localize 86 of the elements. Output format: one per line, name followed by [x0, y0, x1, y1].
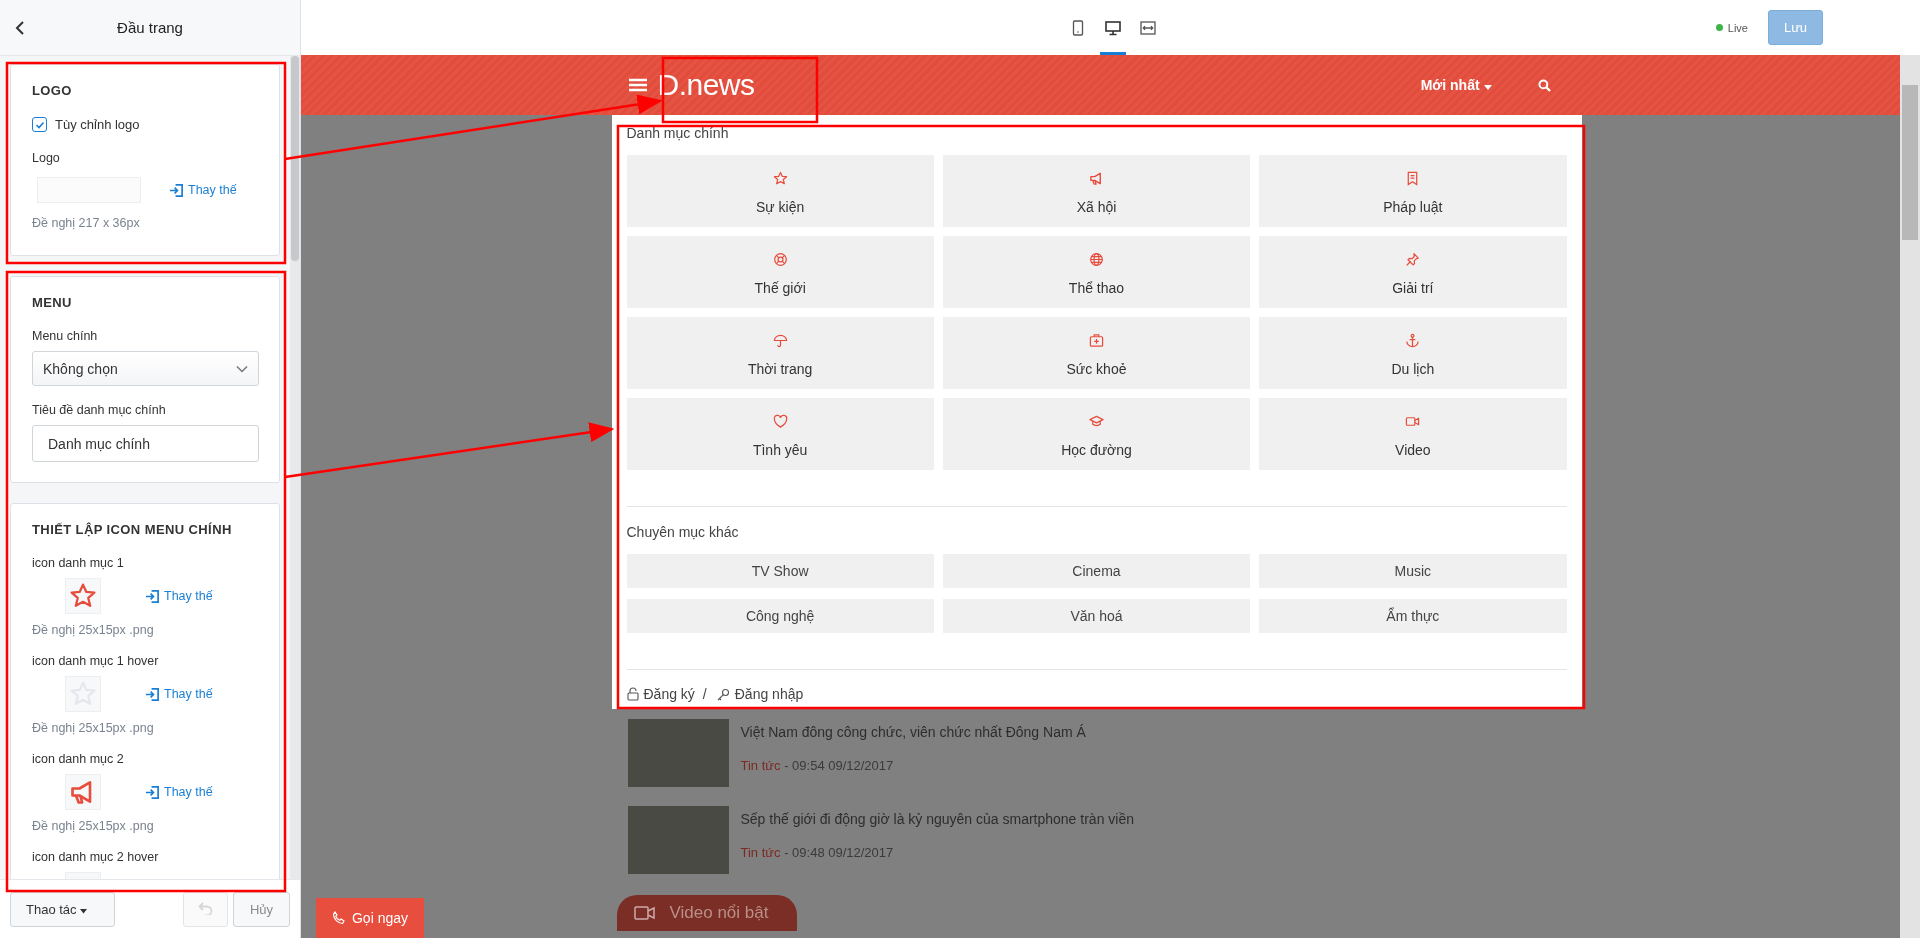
checkmark-icon: [34, 119, 45, 130]
scrollbar-thumb[interactable]: [291, 56, 299, 261]
back-icon[interactable]: [15, 20, 25, 36]
category-tile[interactable]: Pháp luật: [1259, 155, 1567, 227]
phone-icon: [331, 911, 346, 925]
category-tile[interactable]: Thời trang: [626, 317, 934, 389]
checkbox-label: Tùy chỉnh logo: [55, 117, 140, 132]
replace-link[interactable]: Thay thế: [145, 588, 213, 604]
field-label: Tiêu đề danh mục chính: [32, 403, 167, 417]
lifebuoy-icon: [772, 251, 788, 267]
section-title: MENU: [32, 295, 73, 310]
menu-icon[interactable]: [627, 77, 648, 93]
article-title[interactable]: Sếp thế giới đi động giờ là kỷ nguyên của smartphone tràn viền: [740, 811, 1134, 827]
medical-kit-icon: [1089, 332, 1104, 348]
globe-icon: [1089, 251, 1104, 267]
video-camera-icon: [633, 905, 656, 921]
menu-heading: Danh mục chính: [626, 125, 730, 141]
size-hint: Đề nghị 25x15px .png: [32, 819, 155, 833]
sign-in-icon: [169, 182, 184, 198]
sign-in-icon: [145, 784, 160, 800]
caret-icon: [1483, 85, 1492, 90]
padlock-icon: [626, 687, 639, 701]
category-tile[interactable]: Video: [1259, 398, 1567, 470]
article-time: - 09:54 09/12/2017: [784, 758, 894, 773]
checkbox[interactable]: [32, 117, 47, 132]
category-tile[interactable]: TV Show: [626, 554, 934, 588]
title-input[interactable]: Danh mục chính: [32, 425, 259, 462]
caret-icon: [80, 908, 88, 914]
category-tile[interactable]: Du lịch: [1259, 317, 1567, 389]
anchor-icon: [1405, 332, 1421, 348]
expand-horizontal-icon: [1139, 19, 1156, 36]
key-icon: [716, 687, 730, 701]
replace-link[interactable]: Thay thế: [169, 182, 237, 198]
category-tile[interactable]: Music: [1259, 554, 1567, 588]
menu-heading: Chuyên mục khác: [626, 524, 740, 540]
category-tile[interactable]: Văn hoá: [942, 599, 1251, 633]
category-tile[interactable]: Học đường: [942, 398, 1251, 470]
call-button[interactable]: Gọi ngay: [316, 898, 424, 938]
umbrella-icon: [772, 332, 788, 348]
heart-icon: [772, 413, 788, 429]
size-hint: Đề nghị 217 x 36px: [32, 216, 141, 230]
panel-title: Đầu trang: [117, 19, 183, 36]
field-label: icon danh mục 2 hover: [32, 850, 160, 864]
size-hint: Đề nghị 25x15px .png: [32, 721, 155, 735]
nav-link[interactable]: Mới nhất: [1414, 76, 1498, 94]
separator: /: [702, 686, 707, 702]
search-icon[interactable]: [1537, 78, 1551, 92]
chevron-down-icon: [236, 364, 248, 373]
field-label: Logo: [32, 151, 61, 165]
star-icon: [772, 170, 788, 186]
article-time: - 09:48 09/12/2017: [784, 845, 894, 860]
replace-link[interactable]: Thay thế: [145, 784, 213, 800]
section-title: LOGO: [32, 83, 73, 98]
category-tile[interactable]: Sức khoẻ: [942, 317, 1251, 389]
phone-device-icon: [1071, 19, 1084, 36]
field-label: icon danh mục 2: [32, 752, 125, 766]
scrollbar-thumb[interactable]: [1902, 85, 1918, 240]
graduation-cap-icon: [1089, 413, 1104, 429]
monitor-icon: [1104, 19, 1121, 36]
category-tile[interactable]: Giải trí: [1259, 236, 1567, 308]
login-link[interactable]: Đăng nhập: [734, 686, 804, 702]
category-tile[interactable]: Xã hội: [942, 155, 1251, 227]
category-tile[interactable]: Cinema: [942, 554, 1251, 588]
replace-link[interactable]: Thay thế: [145, 686, 213, 702]
size-hint: Đề nghị 25x15px .png: [32, 623, 155, 637]
category-tile[interactable]: Sự kiện: [626, 155, 934, 227]
section-title: THIẾT LẬP ICON MENU CHÍNH: [32, 522, 233, 537]
undo-button[interactable]: [183, 891, 228, 927]
field-label: Menu chính: [32, 329, 99, 343]
register-link[interactable]: Đăng ký: [643, 686, 695, 702]
field-label: icon danh mục 1 hover: [32, 654, 160, 668]
sign-in-icon: [145, 686, 160, 702]
category-tile[interactable]: Thế giới: [626, 236, 934, 308]
undo-icon: [197, 900, 214, 915]
sign-in-icon: [145, 588, 160, 604]
article-title[interactable]: Việt Nam đông công chức, viên chức nhất Đông Nam Á: [740, 724, 1086, 740]
category-tile[interactable]: Công nghệ: [626, 599, 934, 633]
pushpin-icon: [1405, 251, 1421, 267]
category-tile[interactable]: Thể thao: [942, 236, 1251, 308]
category-tile[interactable]: Tình yêu: [626, 398, 934, 470]
field-label: icon danh mục 1: [32, 556, 125, 570]
megaphone-icon: [1089, 170, 1104, 186]
menu-select[interactable]: Không chọn: [32, 351, 259, 386]
live-status: Live: [1715, 21, 1748, 34]
actions-button[interactable]: Thao tác: [10, 891, 115, 927]
category-tile[interactable]: Ẩm thực: [1259, 599, 1567, 633]
